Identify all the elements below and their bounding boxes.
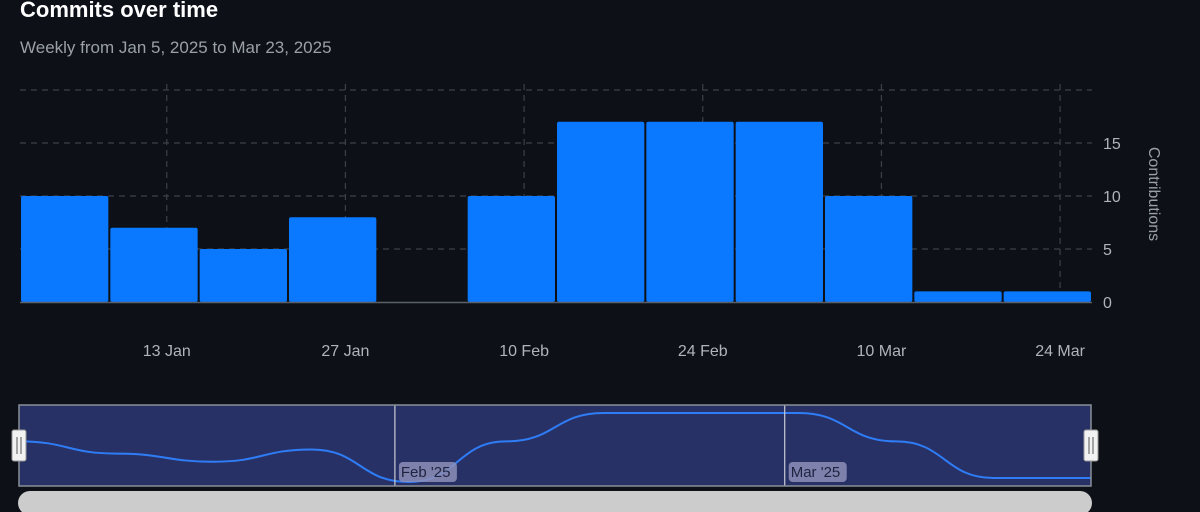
bar[interactable] [467,196,555,302]
x-tick-label: 24 Mar [1035,343,1085,360]
x-tick-label: 27 Jan [321,343,369,360]
y-tick-label: 0 [1103,295,1112,312]
handle-grip[interactable] [11,429,27,462]
navigator-handle[interactable] [1083,429,1099,462]
bar[interactable] [735,121,823,302]
bar[interactable] [21,196,109,302]
bar[interactable] [199,249,287,302]
y-axis-ticks: 0 5 10 15 [1103,136,1121,312]
commits-chart: 0 5 10 15 13 Jan 27 Jan 10 Feb 24 Feb 10 Mar 24 … [11,84,1162,512]
y-tick-label: 15 [1103,136,1121,153]
bar[interactable] [110,227,198,302]
bar[interactable] [1003,291,1091,302]
y-tick-label: 10 [1103,189,1121,206]
y-tick-label: 5 [1103,242,1112,259]
y-axis-label: Contributions [1145,147,1162,241]
x-tick-label: 10 Mar [857,343,907,360]
x-tick-label: 13 Jan [143,343,191,360]
bar[interactable] [914,291,1002,302]
bar[interactable] [825,196,913,302]
bar[interactable] [289,217,377,302]
handle-grip[interactable] [1083,429,1099,462]
navigator-month-label: Mar '25 [791,464,841,481]
navigator-selection[interactable] [19,405,1091,486]
x-axis-ticks: 13 Jan 27 Jan 10 Feb 24 Feb 10 Mar 24 Mar [143,343,1086,360]
x-tick-label: 24 Feb [678,343,728,360]
navigator-month-label: Feb '25 [401,464,451,481]
scrollbar-thumb[interactable] [18,491,1092,512]
navigator-scrollbar[interactable] [18,491,1092,512]
range-navigator[interactable]: Feb '25 Mar '25 [11,404,1099,487]
bars [21,121,1091,302]
x-tick-label: 10 Feb [499,343,549,360]
bar[interactable] [557,121,645,302]
bar[interactable] [646,121,734,302]
navigator-handle[interactable] [11,429,27,462]
